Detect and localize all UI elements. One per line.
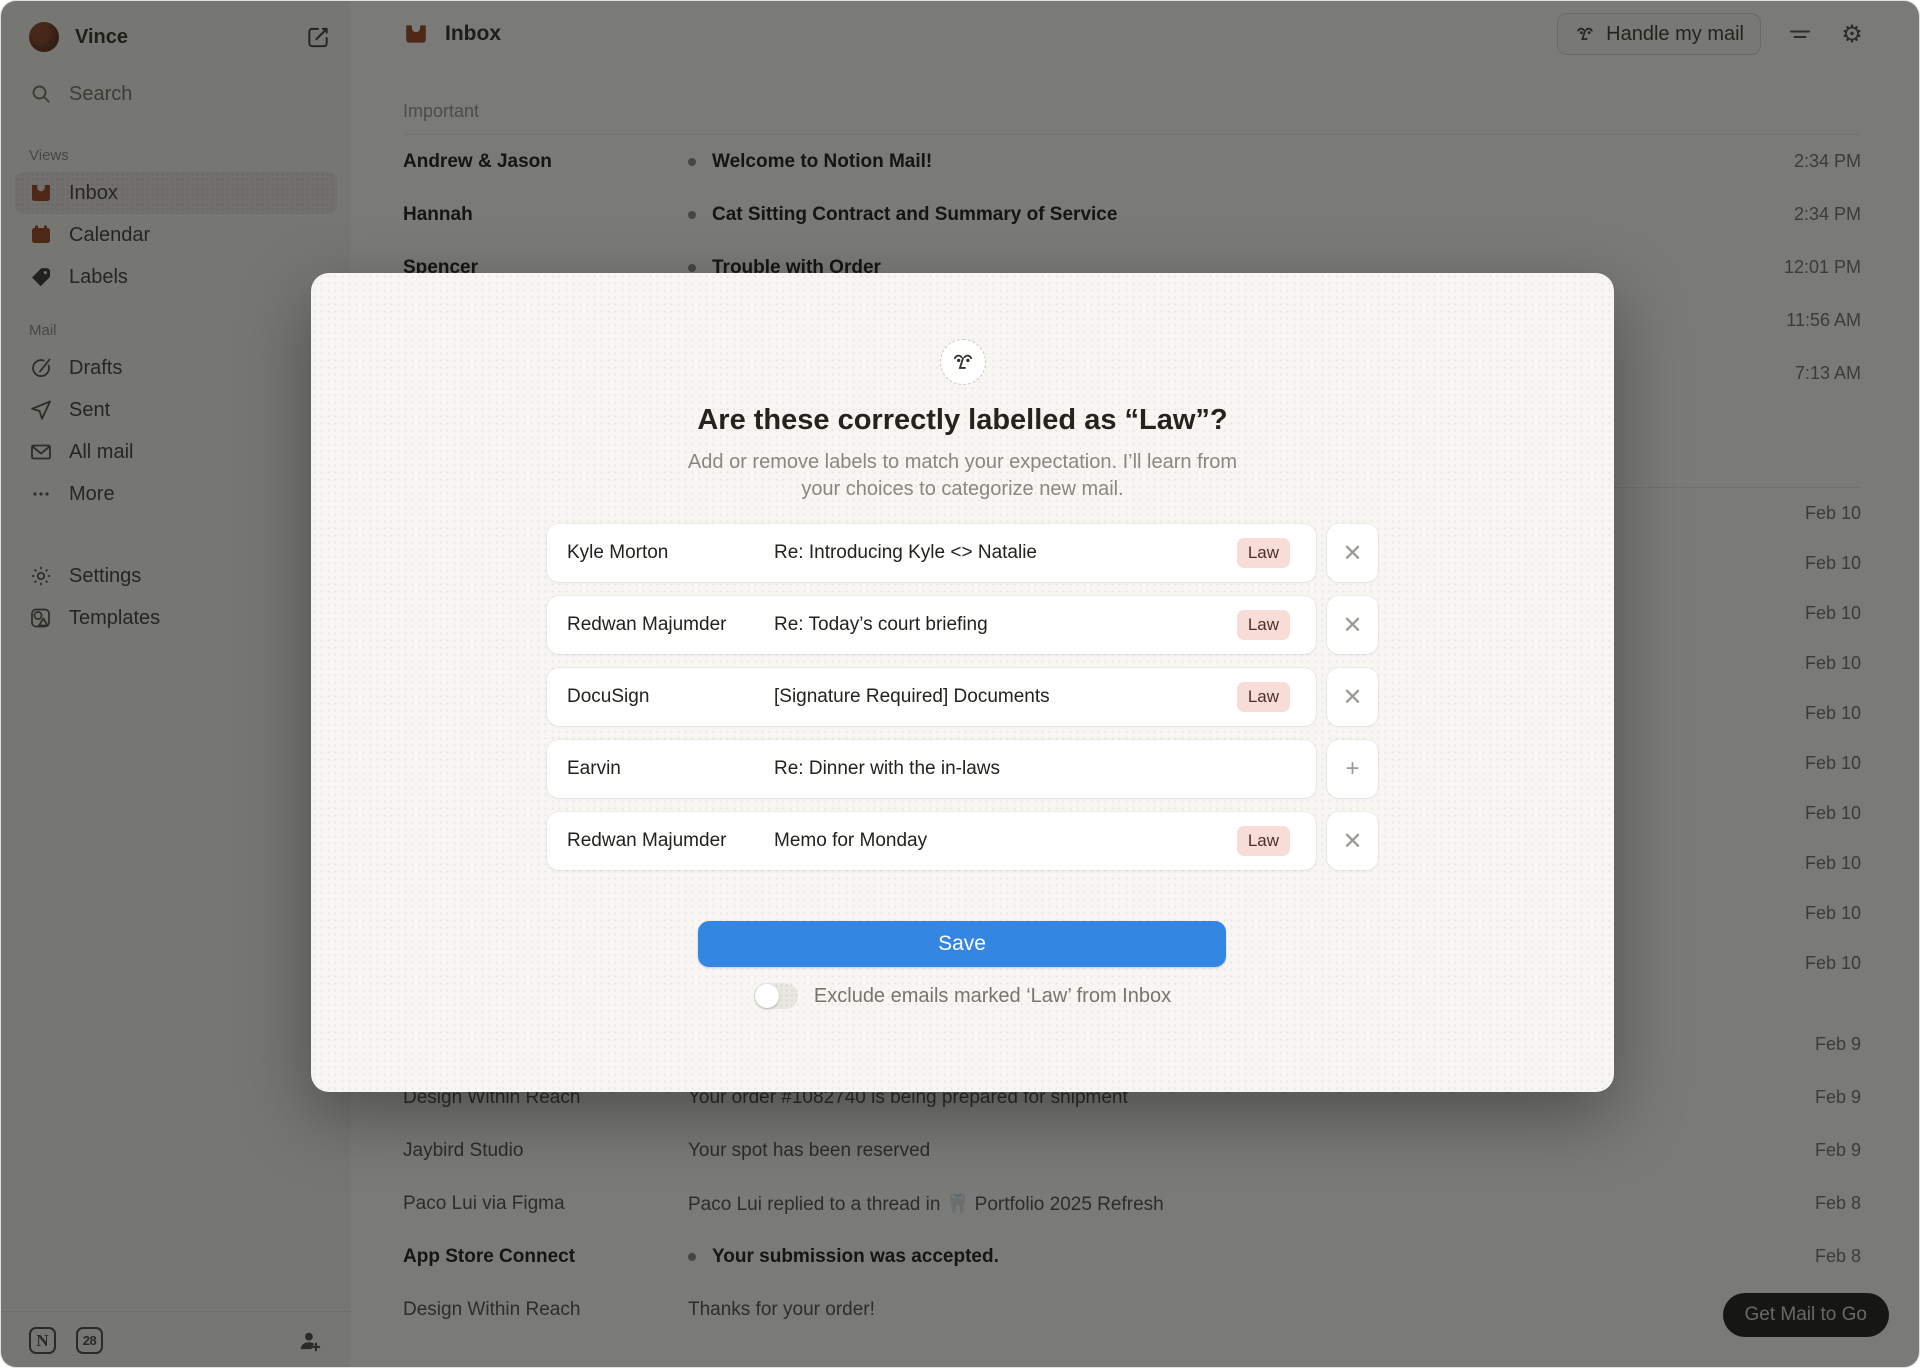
- email-subject: Memo for Monday: [774, 830, 1237, 852]
- exclude-toggle-row: Exclude emails marked ‘Law’ from Inbox: [311, 983, 1614, 1009]
- save-button[interactable]: Save: [698, 921, 1226, 967]
- modal-email-row: DocuSign[Signature Required] DocumentsLa…: [547, 668, 1378, 726]
- close-icon: ✕: [1342, 827, 1362, 856]
- exclude-toggle-label: Exclude emails marked ‘Law’ from Inbox: [814, 985, 1171, 1008]
- modal-email-row: Redwan MajumderRe: Today’s court briefin…: [547, 596, 1378, 654]
- remove-label-button[interactable]: ✕: [1327, 596, 1378, 654]
- modal-email-list: Kyle MortonRe: Introducing Kyle <> Natal…: [547, 524, 1378, 884]
- add-label-button[interactable]: +: [1327, 740, 1378, 798]
- modal-title: Are these correctly labelled as “Law”?: [311, 404, 1614, 437]
- modal-email-row: Redwan MajumderMemo for MondayLaw ✕: [547, 812, 1378, 870]
- modal-email-card: Kyle MortonRe: Introducing Kyle <> Natal…: [547, 524, 1316, 582]
- label-badge: Law: [1237, 682, 1290, 712]
- email-sender: Redwan Majumder: [567, 830, 774, 852]
- remove-label-button[interactable]: ✕: [1327, 668, 1378, 726]
- remove-label-button[interactable]: ✕: [1327, 812, 1378, 870]
- ai-face-icon: [940, 339, 986, 385]
- close-icon: ✕: [1342, 539, 1362, 568]
- modal-email-row: Kyle MortonRe: Introducing Kyle <> Natal…: [547, 524, 1378, 582]
- modal-email-card: Redwan MajumderRe: Today’s court briefin…: [547, 596, 1316, 654]
- email-subject: Re: Introducing Kyle <> Natalie: [774, 542, 1237, 564]
- email-sender: Earvin: [567, 758, 774, 780]
- email-sender: Redwan Majumder: [567, 614, 774, 636]
- close-icon: ✕: [1342, 611, 1362, 640]
- label-confirmation-modal: Are these correctly labelled as “Law”? A…: [311, 273, 1614, 1092]
- email-subject: Re: Today’s court briefing: [774, 614, 1237, 636]
- label-badge: Law: [1237, 826, 1290, 856]
- app-window: Vince Search ViewsInboxCalendarLabelsMai…: [0, 0, 1920, 1368]
- close-icon: ✕: [1342, 683, 1362, 712]
- plus-icon: +: [1345, 755, 1359, 783]
- exclude-toggle[interactable]: [754, 983, 798, 1009]
- email-sender: DocuSign: [567, 686, 774, 708]
- remove-label-button[interactable]: ✕: [1327, 524, 1378, 582]
- email-subject: [Signature Required] Documents: [774, 686, 1237, 708]
- modal-email-card: DocuSign[Signature Required] DocumentsLa…: [547, 668, 1316, 726]
- modal-email-card: EarvinRe: Dinner with the in-laws: [547, 740, 1316, 798]
- modal-subtitle: Add or remove labels to match your expec…: [311, 449, 1614, 503]
- label-badge: Law: [1237, 610, 1290, 640]
- modal-email-card: Redwan MajumderMemo for MondayLaw: [547, 812, 1316, 870]
- label-badge: Law: [1237, 538, 1290, 568]
- modal-email-row: EarvinRe: Dinner with the in-laws +: [547, 740, 1378, 798]
- email-subject: Re: Dinner with the in-laws: [774, 758, 1290, 780]
- email-sender: Kyle Morton: [567, 542, 774, 564]
- toggle-knob: [755, 984, 779, 1008]
